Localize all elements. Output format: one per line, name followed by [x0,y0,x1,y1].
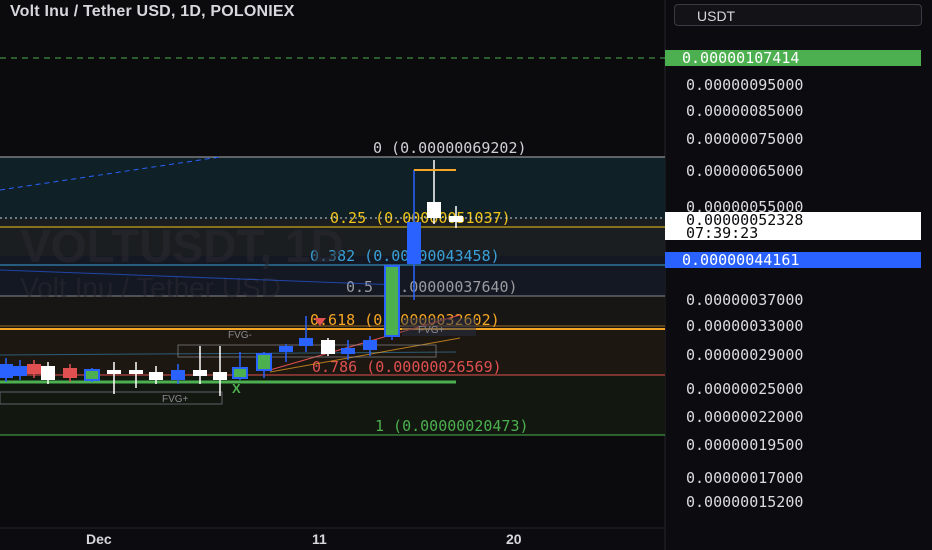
price-chart[interactable]: 0 (0.00000069202) 0.25 (0.00000051037) 0… [0,0,932,550]
candle-body [27,364,41,374]
candle-body [321,340,335,354]
price-label: 0.00000095000 [686,76,803,94]
fib-label-1: 1 (0.00000020473) [375,417,529,435]
fib-label-0: 0 (0.00000069202) [373,139,527,157]
candle-body [279,346,293,352]
countdown-timer: 07:39:23 [686,224,758,242]
chart-root: 0 (0.00000069202) 0.25 (0.00000051037) 0… [0,0,932,550]
candle-body [341,348,355,354]
symbol-watermark: VOLTUSDT, 1D [20,220,344,272]
price-label: 0.00000065000 [686,162,803,180]
fib-label-0786: 0.786 (0.00000026569) [312,358,502,376]
high-price-badge-text: 0.00000107414 [682,49,799,67]
price-label: 0.00000075000 [686,130,803,148]
fvg-plus-label-b: FVG+ [162,394,189,405]
fib-zone-0786-1 [0,375,665,435]
price-label: 0.00000017000 [686,469,803,487]
fvg-minus-label: FVG- [228,330,252,341]
candle-body [256,353,272,371]
time-label-11: 11 [312,531,327,547]
price-label: 0.00000025000 [686,380,803,398]
price-label: 0.00000022000 [686,408,803,426]
time-label-20: 20 [506,531,522,547]
fvg-plus-label-a: FVG+ [418,325,445,336]
candle-body [449,216,463,222]
candle-body [13,366,27,376]
fib-label-05: 0.5 (0.00000037640) [346,278,518,296]
candle-body [299,338,313,346]
candle-body [427,202,441,218]
price-label: 0.00000019500 [686,436,803,454]
candle-body [407,222,421,264]
price-label: 0.00000037000 [686,291,803,309]
name-watermark: Volt Inu / Tether USD [20,272,281,303]
blue-price-badge-text: 0.00000044161 [682,251,799,269]
candle-body [363,340,377,350]
candle-body [171,370,185,380]
candle-body [0,364,13,378]
candle-body [193,370,207,376]
candle-body [129,370,143,374]
time-label-dec: Dec [86,531,112,547]
candle-body [232,367,248,379]
candle-body [63,368,77,378]
price-label: 0.00000015200 [686,493,803,511]
candle-body [384,265,400,337]
candle-body [84,369,100,381]
price-axis-labels[interactable]: 0.00000095000 0.00000085000 0.00000075000 0… [686,76,803,511]
price-label: 0.00000033000 [686,317,803,335]
currency-selector-button[interactable]: USDT [674,4,922,26]
cross-marker: X [232,381,241,396]
candle-body [107,370,121,374]
chart-title: Volt Inu / Tether USD, 1D, POLONIEX [10,3,295,20]
price-label: 0.00000029000 [686,346,803,364]
candle-body [149,372,163,380]
candle-body [213,372,227,380]
candle-body [41,366,55,380]
price-label: 0.00000085000 [686,102,803,120]
